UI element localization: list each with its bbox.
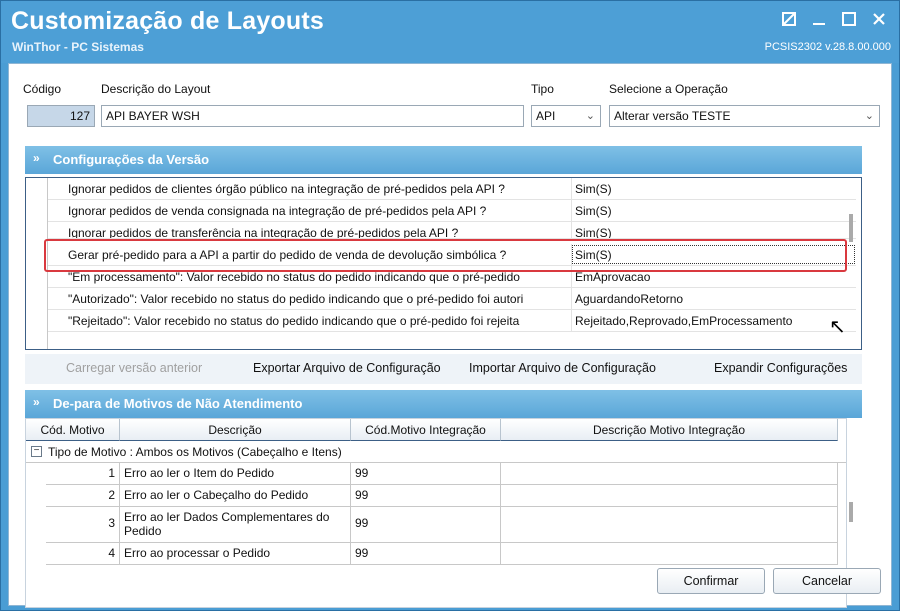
cell-description: Erro ao ler Dados Complementares do Pedi… <box>120 507 351 543</box>
cell-int-description[interactable] <box>501 485 838 507</box>
type-value: API <box>536 109 556 123</box>
depara-section-header[interactable]: » De-para de Motivos de Não Atendimento <box>25 390 862 418</box>
config-name: Ignorar pedidos de clientes órgão públic… <box>68 182 505 196</box>
chevron-down-icon[interactable]: ⌄ <box>586 109 595 122</box>
cell-int-description[interactable] <box>501 543 838 565</box>
config-name: Ignorar pedidos de transferência na inte… <box>68 226 459 239</box>
chevron-down-icon[interactable]: ⌄ <box>865 109 874 122</box>
type-label: Tipo <box>531 82 554 96</box>
double-chevron-icon[interactable]: » <box>33 151 40 165</box>
config-value[interactable]: Sim(S) <box>571 200 856 221</box>
operation-value: Alterar versão TESTE <box>614 109 731 123</box>
cell-description: Erro ao ler o Item do Pedido <box>120 463 351 485</box>
type-select[interactable]: API ⌄ <box>531 105 601 127</box>
config-toolbar: Carregar versão anterior Exportar Arquiv… <box>25 354 862 384</box>
client-area: Código 127 Descrição do Layout API BAYER… <box>8 63 892 608</box>
config-value[interactable]: Sim(S) <box>571 178 856 199</box>
cell-int-code[interactable]: 99 <box>351 485 501 507</box>
close-icon[interactable] <box>869 9 889 29</box>
window-controls <box>779 9 889 29</box>
code-field[interactable]: 127 <box>27 105 95 127</box>
config-name: "Rejeitado": Valor recebido no status do… <box>68 314 520 328</box>
cell-code: 1 <box>46 463 120 485</box>
window-subtitle: WinThor - PC Sistemas <box>12 40 144 54</box>
version-label: PCSIS2302 v.28.8.00.000 <box>764 41 891 53</box>
minimize-icon[interactable] <box>809 9 829 29</box>
cell-int-description[interactable] <box>501 463 838 485</box>
window-title: Customização de Layouts <box>11 7 324 35</box>
export-config-button[interactable]: Exportar Arquivo de Configuração <box>253 361 441 375</box>
column-header-code[interactable]: Cód. Motivo <box>26 419 120 441</box>
config-name: "Em processamento": Valor recebido no st… <box>68 270 520 284</box>
cell-int-code[interactable]: 99 <box>351 543 501 565</box>
cell-description: Erro ao processar o Pedido <box>120 543 351 565</box>
config-value[interactable]: Sim(S) <box>571 222 856 238</box>
config-section-title: Configurações da Versão <box>53 152 210 167</box>
config-row[interactable]: Ignorar pedidos de transferência na inte… <box>48 222 856 239</box>
collapse-icon[interactable]: − <box>31 446 42 457</box>
mouse-cursor-icon: ↖ <box>829 316 846 338</box>
import-config-button[interactable]: Importar Arquivo de Configuração <box>469 361 656 375</box>
column-header-int-code[interactable]: Cód.Motivo Integração <box>351 419 501 441</box>
config-row[interactable]: Ignorar pedidos de clientes órgão públic… <box>48 178 856 200</box>
load-previous-version-button[interactable]: Carregar versão anterior <box>66 361 202 375</box>
table-row[interactable]: 3 Erro ao ler Dados Complementares do Pe… <box>26 507 846 543</box>
depara-scrollbar[interactable] <box>849 502 853 522</box>
cell-code: 4 <box>46 543 120 565</box>
table-row[interactable]: 2 Erro ao ler o Cabeçalho do Pedido 99 <box>26 485 846 507</box>
maximize-icon[interactable] <box>839 9 859 29</box>
description-label: Descrição do Layout <box>101 82 211 96</box>
app-window: Customização de Layouts WinThor - PC Sis… <box>0 0 900 611</box>
column-header-int-description[interactable]: Descrição Motivo Integração <box>501 419 838 441</box>
config-scrollbar[interactable] <box>849 214 853 242</box>
confirm-button[interactable]: Confirmar <box>657 568 765 594</box>
config-section-header[interactable]: » Configurações da Versão <box>25 146 862 174</box>
cell-int-code[interactable]: 99 <box>351 507 501 543</box>
config-value[interactable]: Rejeitado,Reprovado,EmProcessamento <box>571 310 856 331</box>
operation-select[interactable]: Alterar versão TESTE ⌄ <box>609 105 880 127</box>
cell-int-description[interactable] <box>501 507 838 543</box>
config-row[interactable]: "Rejeitado": Valor recebido no status do… <box>48 310 856 332</box>
group-row[interactable]: − Tipo de Motivo : Ambos os Motivos (Cab… <box>26 441 846 463</box>
depara-section-title: De-para de Motivos de Não Atendimento <box>53 396 303 411</box>
expand-config-button[interactable]: Expandir Configurações <box>714 361 847 375</box>
config-row[interactable]: "Autorizado": Valor recebido no status d… <box>48 288 856 310</box>
cell-code: 2 <box>46 485 120 507</box>
title-bar[interactable]: Customização de Layouts WinThor - PC Sis… <box>1 1 899 63</box>
restore-icon[interactable] <box>779 9 799 29</box>
code-label: Código <box>23 82 62 96</box>
highlight-box <box>44 239 847 272</box>
table-row[interactable]: 4 Erro ao processar o Pedido 99 <box>26 543 846 565</box>
cell-int-code[interactable]: 99 <box>351 463 501 485</box>
cancel-button[interactable]: Cancelar <box>773 568 881 594</box>
double-chevron-icon[interactable]: » <box>33 395 40 409</box>
cell-description: Erro ao ler o Cabeçalho do Pedido <box>120 485 351 507</box>
column-header-description[interactable]: Descrição <box>120 419 351 441</box>
operation-label: Selecione a Operação <box>609 82 728 96</box>
cell-code: 3 <box>46 507 120 543</box>
config-name: Ignorar pedidos de venda consignada na i… <box>68 204 487 218</box>
table-row[interactable]: 1 Erro ao ler o Item do Pedido 99 <box>26 463 846 485</box>
config-value[interactable]: AguardandoRetorno <box>571 288 856 309</box>
config-row[interactable]: Ignorar pedidos de venda consignada na i… <box>48 200 856 222</box>
config-name: "Autorizado": Valor recebido no status d… <box>68 292 524 306</box>
group-label: Tipo de Motivo : Ambos os Motivos (Cabeç… <box>48 445 342 459</box>
description-input[interactable]: API BAYER WSH <box>101 105 524 127</box>
